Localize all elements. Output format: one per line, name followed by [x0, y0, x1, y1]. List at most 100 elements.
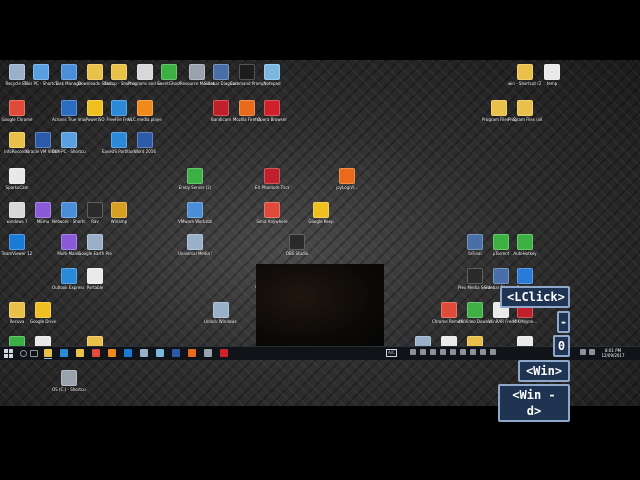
desktop-icon[interactable]: joyLogiVi... [330, 168, 364, 190]
desktop-icon[interactable]: Opera Browser [255, 100, 289, 122]
send-anywhere-icon [264, 202, 280, 218]
folder-icon[interactable] [76, 349, 84, 357]
tray-icon[interactable] [470, 349, 476, 355]
opera-icon[interactable] [220, 349, 228, 357]
network-icon [61, 202, 77, 218]
tray-icon[interactable] [490, 349, 496, 355]
desktop-icon[interactable]: Google Earth Pro [78, 234, 112, 256]
volume-icon[interactable] [580, 349, 586, 355]
rav-icon [87, 202, 103, 218]
desktop-icon[interactable]: Portable [78, 268, 112, 290]
unlock-icon [213, 302, 229, 318]
tray-icon[interactable] [410, 349, 416, 355]
network-icon[interactable] [589, 349, 595, 355]
folder-icon [491, 100, 507, 116]
desktop-icon-label: Portable [86, 285, 104, 290]
chrome-icon [9, 100, 25, 116]
desktop-icon[interactable]: Winamp [102, 202, 136, 224]
firefox-icon[interactable] [188, 349, 196, 357]
desktop-icon[interactable]: Notepad [255, 64, 289, 86]
desktop-icon[interactable]: DIM-PC - Shortcut [52, 132, 86, 154]
4k-video-icon [467, 302, 483, 318]
desktop-icon-label: OS (C:) - Shortcut [52, 387, 86, 392]
desktop-icon-label: SparkoCam [5, 185, 29, 190]
utorrent-icon [493, 234, 509, 250]
desktop-icon-label: Send Anywhere [256, 219, 288, 224]
tray-icon[interactable] [420, 349, 426, 355]
tray-icon[interactable] [450, 349, 456, 355]
desktop-icon[interactable]: OBS Studio [280, 234, 314, 256]
key-badge-zero: 0 [553, 335, 570, 357]
eventghost-icon [161, 64, 177, 80]
desktop-icon[interactable]: Send Anywhere [255, 202, 289, 224]
multimania-icon [61, 234, 77, 250]
opera-icon [264, 100, 280, 116]
text-file-icon [544, 64, 560, 80]
desktop-icon[interactable]: Program Files (x86) - Sh... [508, 100, 542, 122]
key-badge-win-d: <Win - d> [498, 384, 570, 422]
dark-window-preview [256, 264, 384, 346]
search-icon[interactable] [20, 350, 27, 357]
word-icon[interactable] [172, 349, 180, 357]
sidebar-diagnostics-icon [493, 268, 509, 284]
settings-icon[interactable] [140, 349, 148, 357]
key-badge-minus: - [557, 311, 570, 333]
desktop-icon[interactable]: Google Drive [26, 302, 60, 324]
desktop-icon[interactable]: Emby Server (2) [178, 168, 212, 190]
start-button[interactable] [4, 349, 13, 358]
vlc-icon [137, 100, 153, 116]
desktop-icon-label: Universal Media Server [178, 251, 212, 256]
desktop-icon-label: Program Files (x86) - Sh... [508, 117, 542, 122]
task-manager-icon [61, 64, 77, 80]
dropbox-icon [517, 268, 533, 284]
computer-icon [61, 132, 77, 148]
desktop-icon-label: MIKMayne... [512, 319, 538, 324]
vlc-icon[interactable] [108, 349, 116, 357]
store-icon[interactable] [60, 349, 68, 357]
firefox-icon [239, 100, 255, 116]
desktop-icon[interactable]: Unlock Windows M... [204, 302, 238, 324]
key-badge-win: <Win> [518, 360, 570, 382]
file-explorer-icon[interactable] [44, 349, 52, 359]
folder-icon [517, 100, 533, 116]
txfinal-icon [467, 234, 483, 250]
desktop-icon-label: TeamViewer 12 [1, 251, 33, 256]
tray-icon[interactable] [460, 349, 466, 355]
desktop-icon-label: OBS Studio [285, 251, 309, 256]
desktop-icon-label: Winamp [110, 219, 128, 224]
desktop-icon[interactable]: VMware Workstati... [178, 202, 212, 224]
obs-icon [289, 234, 305, 250]
recuva-icon [9, 302, 25, 318]
cmd-icon[interactable] [204, 349, 212, 357]
desktop-icon-label: VMware Workstati... [178, 219, 212, 224]
desktop-icon[interactable]: Google Chrome [0, 100, 34, 122]
task-view-icon[interactable] [30, 350, 38, 357]
desktop-icon[interactable]: Word 2016 [128, 132, 162, 154]
desktop-icon[interactable]: Google Keep [304, 202, 338, 224]
tray-icon[interactable] [440, 349, 446, 355]
google-earth-icon [87, 234, 103, 250]
tray-icon[interactable] [480, 349, 486, 355]
desktop-icon-label: Emby Server (2) [178, 185, 212, 190]
notepad-icon[interactable] [156, 349, 164, 357]
clock[interactable]: 8:01 PM 12/09/2017 [598, 348, 628, 358]
ums-icon [187, 234, 203, 250]
language-indicator[interactable]: A/C [386, 349, 397, 357]
desktop-icon-label: Opera Browser [257, 117, 287, 122]
desktop-icon[interactable]: Universal Media Server [178, 234, 212, 256]
windows-icon [9, 202, 25, 218]
notepad-icon [264, 64, 280, 80]
teamviewer-icon[interactable] [124, 349, 132, 357]
desktop-icon-label: joyLogiVi... [336, 185, 358, 190]
taskbar: A/C 8:01 PM 12/09/2017 [0, 346, 640, 360]
desktop-icon[interactable]: VLC media player [128, 100, 162, 122]
desktop-icon-label: Word 2016 [134, 149, 156, 154]
desktop-icon[interactable]: TeamViewer 12 [0, 234, 34, 256]
desktop-icon[interactable]: EX Phantom Tricker Arc... [255, 168, 289, 190]
desktop-icon[interactable]: temp [535, 64, 569, 86]
desktop-icon[interactable]: AutoHotkey [508, 234, 542, 256]
chrome-icon[interactable] [92, 349, 100, 357]
desktop-icon[interactable]: SparkoCam [0, 168, 34, 190]
desktop-icon[interactable]: OS (C:) - Shortcut [52, 370, 86, 392]
tray-icon[interactable] [430, 349, 436, 355]
